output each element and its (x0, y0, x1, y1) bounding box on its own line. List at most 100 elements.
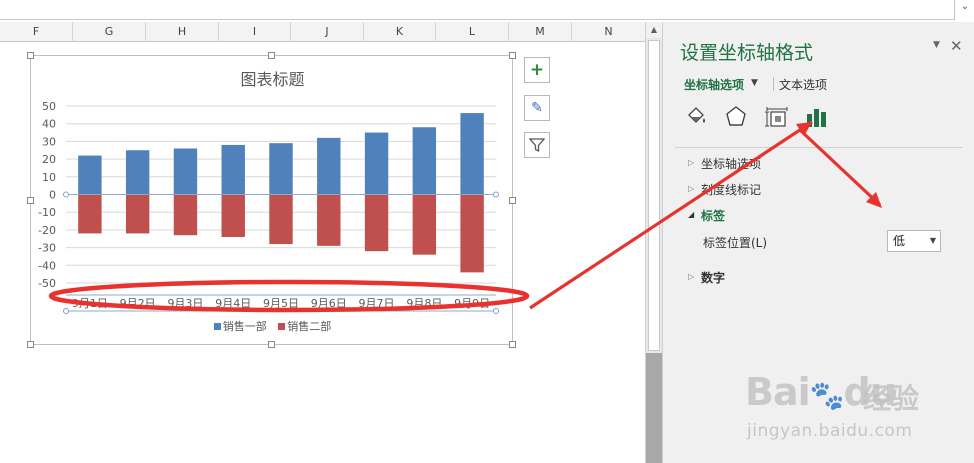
bar-1 (317, 137, 341, 195)
y-tick-label: 30 (42, 135, 56, 148)
axis-options-icon[interactable] (804, 104, 830, 130)
column-header-n[interactable]: N (572, 22, 645, 42)
chart-plot[interactable]: 50 40 30 20 10 0 -10 -20 -30 -40 -50 9月1日 9月2日 9月3日 9月… (31, 56, 514, 316)
section-label: 刻度线标记 (701, 183, 762, 197)
x-tick-label: 9月6日 (311, 297, 347, 310)
section-label: 标签 (701, 209, 726, 223)
y-tick-label: -20 (38, 224, 56, 237)
y-tick-label: -10 (38, 206, 56, 219)
formula-input[interactable] (0, 0, 955, 20)
column-header-j[interactable]: J (291, 22, 364, 42)
x-tick-label: 9月2日 (120, 297, 156, 310)
effects-icon[interactable] (723, 104, 749, 130)
brush-icon: ✎ (531, 100, 543, 116)
vertical-scrollbar[interactable]: ▲ (645, 22, 662, 463)
y-tick-label: -40 (38, 259, 56, 272)
chart-area[interactable]: 图表标题 50 40 30 20 10 0 -10 -20 -30 -40 -50 9月1日 9月2日 9… (27, 52, 516, 348)
scrollbar-thumb[interactable] (648, 40, 660, 351)
y-tick-label: 40 (42, 118, 56, 131)
resize-handle[interactable] (27, 341, 34, 348)
chart-legend[interactable]: 销售一部 销售二部 (31, 318, 514, 334)
resize-handle[interactable] (268, 52, 275, 59)
y-tick-label: -50 (38, 277, 56, 290)
resize-handle[interactable] (27, 197, 34, 204)
x-tick-label: 9月8日 (406, 297, 442, 310)
tab-axis-options[interactable]: 坐标轴选项 (684, 76, 744, 93)
formula-bar: ⌄ (0, 0, 974, 20)
axis-handle (493, 191, 499, 198)
bar-1 (460, 113, 484, 195)
column-header-f[interactable]: F (0, 22, 73, 42)
bar-2 (317, 194, 341, 246)
column-header-k[interactable]: K (364, 22, 436, 42)
column-header-h[interactable]: H (146, 22, 219, 42)
bar-1 (412, 127, 437, 195)
x-tick-label: 9月5日 (263, 297, 299, 310)
resize-handle[interactable] (509, 341, 516, 348)
tab-text-options[interactable]: 文本选项 (779, 76, 827, 93)
chevron-right-icon: ▷ (688, 272, 695, 281)
pane-options-icon[interactable]: ▼ (933, 40, 940, 50)
chevron-down-icon: ◢ (688, 210, 695, 219)
chevron-right-icon: ▷ (688, 184, 695, 193)
chart-styles-button[interactable]: ✎ (524, 95, 550, 121)
section-label: 数字 (701, 271, 726, 285)
axis-handle (493, 308, 499, 314)
close-icon[interactable]: ✕ (950, 37, 963, 55)
x-tick-label: 9月4日 (215, 297, 251, 310)
y-tick-label: 0 (49, 189, 56, 202)
resize-handle[interactable] (509, 52, 516, 59)
column-headers: F G H I J K L M N (0, 22, 645, 42)
axis-handle (63, 308, 69, 314)
tab-separator (773, 77, 774, 91)
x-tick-label: 9月1日 (72, 297, 108, 310)
scrollbar-track[interactable] (646, 353, 662, 463)
bar-2 (78, 194, 102, 234)
legend-item-series-1[interactable]: 销售一部 (213, 318, 267, 334)
section-label: 坐标轴选项 (701, 157, 762, 171)
pane-divider (675, 147, 963, 148)
bar-2 (221, 194, 245, 237)
chart-elements-button[interactable]: + (524, 57, 550, 83)
column-header-m[interactable]: M (509, 22, 572, 42)
chart-filters-button[interactable] (524, 132, 550, 158)
column-header-i[interactable]: I (219, 22, 291, 42)
bar-2 (364, 194, 389, 252)
format-axis-pane[interactable]: 设置坐标轴格式 ▼ ✕ 坐标轴选项 ▼ 文本选项 ▷ 坐标轴选项 ▷ 刻度线标记… (662, 22, 974, 463)
chevron-right-icon: ▷ (688, 158, 695, 167)
resize-handle[interactable] (27, 52, 34, 59)
bar-2 (173, 194, 198, 236)
plus-icon: + (529, 60, 545, 80)
y-tick-label: 20 (42, 153, 56, 166)
label-position-value: 低 (893, 234, 906, 248)
legend-swatch (213, 323, 221, 330)
label-position-select[interactable]: 低 ▼ (887, 230, 941, 252)
legend-item-series-2[interactable]: 销售二部 (278, 318, 331, 334)
x-tick-label: 9月9日 (454, 297, 490, 310)
bar-2 (125, 194, 150, 234)
bar-1 (78, 155, 102, 195)
bar-2 (460, 194, 484, 273)
column-header-l[interactable]: L (436, 22, 509, 42)
chevron-down-icon: ▼ (929, 236, 936, 245)
size-properties-icon[interactable] (764, 104, 790, 130)
y-tick-label: 10 (42, 171, 56, 184)
x-tick-label: 9月3日 (167, 297, 203, 310)
funnel-icon (528, 138, 546, 153)
label-position-label: 标签位置(L) (703, 236, 768, 250)
resize-handle[interactable] (509, 197, 516, 204)
chevron-down-icon[interactable]: ▼ (751, 78, 758, 88)
y-tick-label: 50 (42, 100, 56, 113)
bar-1 (125, 150, 150, 195)
scroll-up-icon[interactable]: ▲ (646, 22, 662, 38)
axis-handle (63, 191, 69, 198)
legend-swatch (278, 323, 286, 330)
column-header-g[interactable]: G (73, 22, 146, 42)
bar-1 (173, 148, 198, 195)
bar-1 (269, 143, 293, 195)
bar-1 (221, 144, 245, 195)
expand-formula-bar-icon[interactable]: ⌄ (956, 0, 974, 16)
fill-line-icon[interactable] (683, 104, 709, 130)
legend-label: 销售二部 (287, 320, 332, 333)
resize-handle[interactable] (268, 341, 275, 348)
